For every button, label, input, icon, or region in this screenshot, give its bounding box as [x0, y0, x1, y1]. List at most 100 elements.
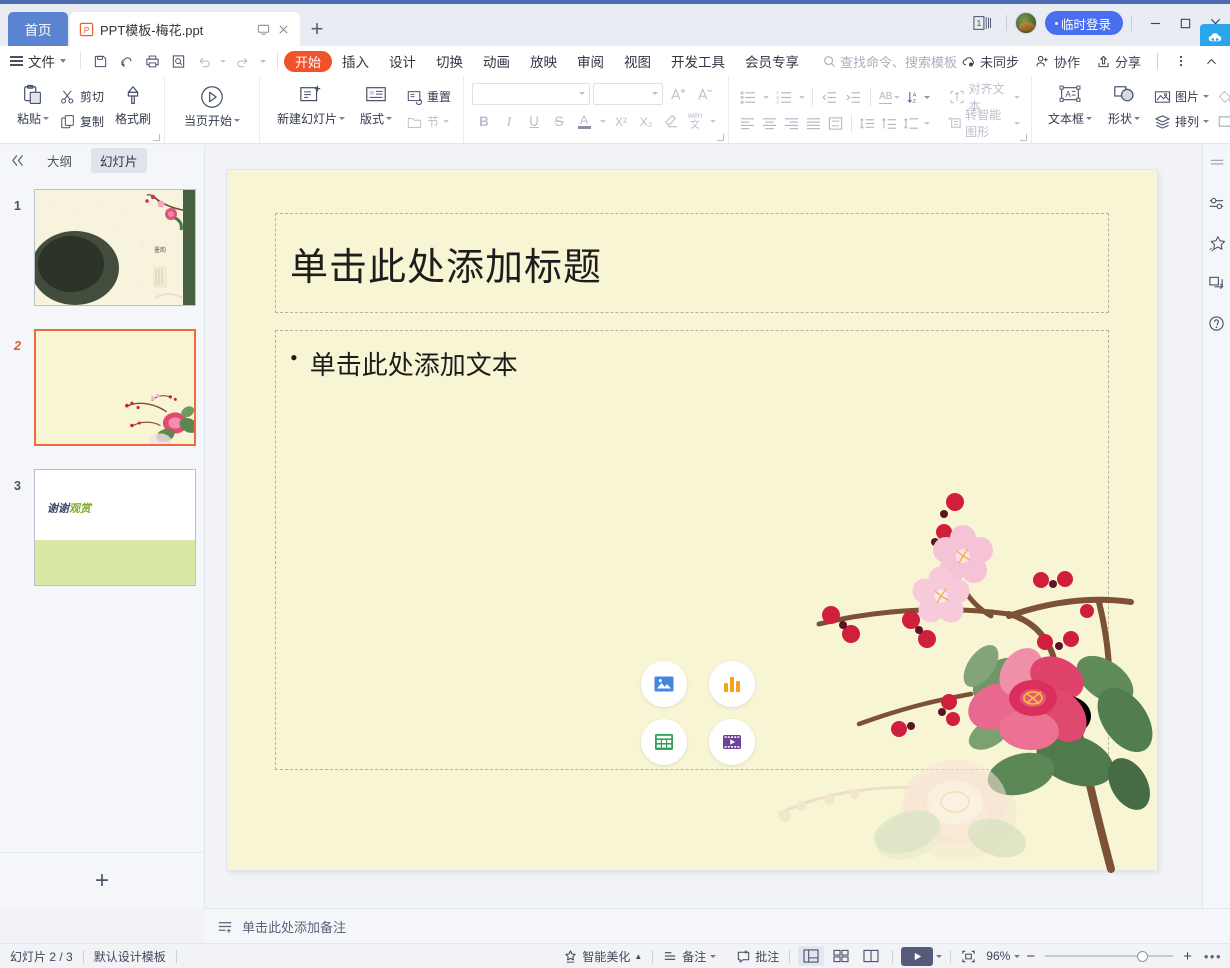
notes-button[interactable]: 备注 — [653, 948, 726, 965]
normal-view-icon[interactable] — [798, 946, 825, 966]
fill-button[interactable]: 填充 — [1213, 86, 1230, 108]
clipboard-dialog-launcher[interactable] — [153, 134, 161, 141]
new-tab-icon[interactable]: + — [300, 12, 334, 46]
paragraph-dialog-launcher[interactable] — [1020, 134, 1028, 141]
tab-transition[interactable]: 切换 — [426, 49, 473, 73]
present-from-current-button[interactable]: 当页开始 — [179, 80, 245, 138]
play-icon[interactable] — [901, 946, 934, 966]
maximize-icon[interactable] — [1170, 8, 1200, 38]
text-box-button[interactable]: A 文本框 — [1042, 80, 1098, 138]
pinyin-guide-button[interactable]: wén 文 — [684, 110, 706, 133]
underline-button[interactable]: U — [522, 110, 546, 133]
sort-button[interactable]: AZ — [904, 85, 933, 109]
help-icon[interactable] — [1205, 311, 1229, 335]
zoom-slider[interactable] — [1045, 949, 1174, 963]
list-item[interactable]: 2 — [0, 317, 204, 457]
save-icon[interactable] — [87, 49, 113, 73]
screenshot-icon[interactable] — [1205, 271, 1229, 295]
align-left-button[interactable] — [737, 111, 758, 135]
grow-font-button[interactable] — [666, 82, 690, 105]
row-spacing-button[interactable] — [901, 111, 922, 135]
reading-view-icon[interactable] — [858, 946, 884, 966]
tab-insert[interactable]: 插入 — [332, 49, 379, 73]
tab-member[interactable]: 会员专享 — [735, 49, 809, 73]
slide-thumbnail-1[interactable]: 墨韵 — [34, 189, 196, 306]
title-placeholder[interactable]: 单击此处添加标题 — [275, 213, 1109, 313]
fit-to-window-button[interactable] — [951, 949, 986, 964]
insert-chart-icon[interactable] — [709, 661, 755, 707]
undo-dropdown-icon[interactable] — [217, 49, 229, 73]
tab-outline[interactable]: 大纲 — [38, 148, 81, 173]
bullet-list-button[interactable] — [737, 85, 760, 109]
justify-button[interactable] — [803, 111, 824, 135]
distribute-button[interactable] — [825, 111, 846, 135]
outline-button[interactable]: 轮廓 — [1213, 111, 1230, 133]
slide-thumbnail-3[interactable]: 谢谢观赏 — [34, 469, 196, 586]
zoom-level-button[interactable]: 96% — [986, 949, 1022, 963]
insert-table-icon[interactable] — [641, 719, 687, 765]
list-item[interactable]: 3 谢谢观赏 — [0, 457, 204, 597]
collaborate-button[interactable]: 协作 — [1027, 52, 1088, 71]
font-size-input[interactable] — [593, 82, 664, 105]
tab-home[interactable]: 首页 — [8, 12, 68, 46]
superscript-button[interactable]: X² — [609, 110, 633, 133]
sync-status-button[interactable]: 未同步 — [953, 52, 1027, 71]
settings-sliders-icon[interactable] — [1205, 191, 1229, 215]
chevron-up-icon[interactable] — [1196, 46, 1226, 76]
tab-design[interactable]: 设计 — [379, 49, 426, 73]
italic-button[interactable]: I — [497, 110, 521, 133]
user-avatar[interactable] — [1014, 12, 1037, 34]
tab-developer[interactable]: 开发工具 — [661, 49, 735, 73]
body-placeholder[interactable]: • 单击此处添加文本 — [275, 330, 1109, 770]
cut-button[interactable]: 剪切 — [56, 86, 108, 108]
section-button[interactable]: 节 — [402, 111, 455, 133]
smart-beautify-button[interactable]: 智能美化 ▲ — [553, 948, 652, 965]
print-icon[interactable] — [139, 49, 165, 73]
paste-button[interactable]: 粘贴 — [10, 80, 56, 138]
shrink-font-button[interactable] — [693, 82, 717, 105]
slide-canvas[interactable]: 单击此处添加标题 • 单击此处添加文本 — [205, 145, 1202, 908]
bold-button[interactable]: B — [472, 110, 496, 133]
decrease-indent-button[interactable] — [818, 85, 841, 109]
numbered-list-button[interactable]: 123 — [772, 85, 795, 109]
align-right-button[interactable] — [781, 111, 802, 135]
add-slide-button[interactable]: + — [0, 852, 204, 908]
print-preview-icon[interactable] — [165, 49, 191, 73]
arrange-button[interactable]: 排列 — [1150, 111, 1213, 133]
strikethrough-button[interactable]: S — [547, 110, 571, 133]
comment-button[interactable]: 批注 — [726, 948, 789, 965]
restore-tab-icon[interactable] — [254, 20, 272, 38]
file-menu-button[interactable]: 文件 — [0, 51, 74, 71]
text-direction-button[interactable]: AB — [876, 85, 903, 109]
layout-button[interactable]: 版式 — [350, 80, 402, 138]
font-name-input[interactable] — [472, 82, 591, 105]
tab-slides[interactable]: 幻灯片 — [91, 147, 147, 173]
line-spacing-button[interactable] — [857, 111, 878, 135]
font-dialog-launcher[interactable] — [717, 134, 725, 141]
tab-view[interactable]: 视图 — [614, 49, 661, 73]
chevron-down-icon[interactable] — [936, 954, 943, 958]
magic-star-icon[interactable] — [1205, 231, 1229, 255]
collapse-panel-icon[interactable] — [6, 149, 28, 171]
text-color-button[interactable]: A — [572, 110, 596, 133]
undo-icon[interactable] — [191, 49, 217, 73]
customize-qat-icon[interactable] — [255, 49, 271, 73]
picture-button[interactable]: 图片 — [1150, 86, 1213, 108]
zoom-slider-knob[interactable] — [1137, 950, 1149, 962]
insert-picture-icon[interactable] — [641, 661, 687, 707]
align-center-button[interactable] — [759, 111, 780, 135]
slide-thumbnail-2[interactable] — [34, 329, 196, 446]
copy-button[interactable]: 复制 — [56, 111, 108, 133]
minimize-icon[interactable] — [1140, 8, 1170, 38]
tab-start[interactable]: 开始 — [284, 50, 333, 72]
tab-slideshow[interactable]: 放映 — [520, 49, 567, 73]
cloud-save-icon[interactable] — [113, 49, 139, 73]
panel-lines-icon[interactable] — [1205, 151, 1229, 175]
login-button[interactable]: 临时登录 — [1044, 11, 1123, 35]
text-color-dropdown[interactable] — [597, 110, 608, 133]
more-vertical-icon[interactable] — [1166, 46, 1196, 76]
design-template-label[interactable]: 默认设计模板 — [84, 948, 176, 965]
tab-document[interactable]: P PPT模板-梅花.ppt — [70, 12, 300, 46]
zoom-out-button[interactable]: − — [1022, 948, 1039, 965]
format-painter-button[interactable]: 格式刷 — [108, 80, 158, 138]
